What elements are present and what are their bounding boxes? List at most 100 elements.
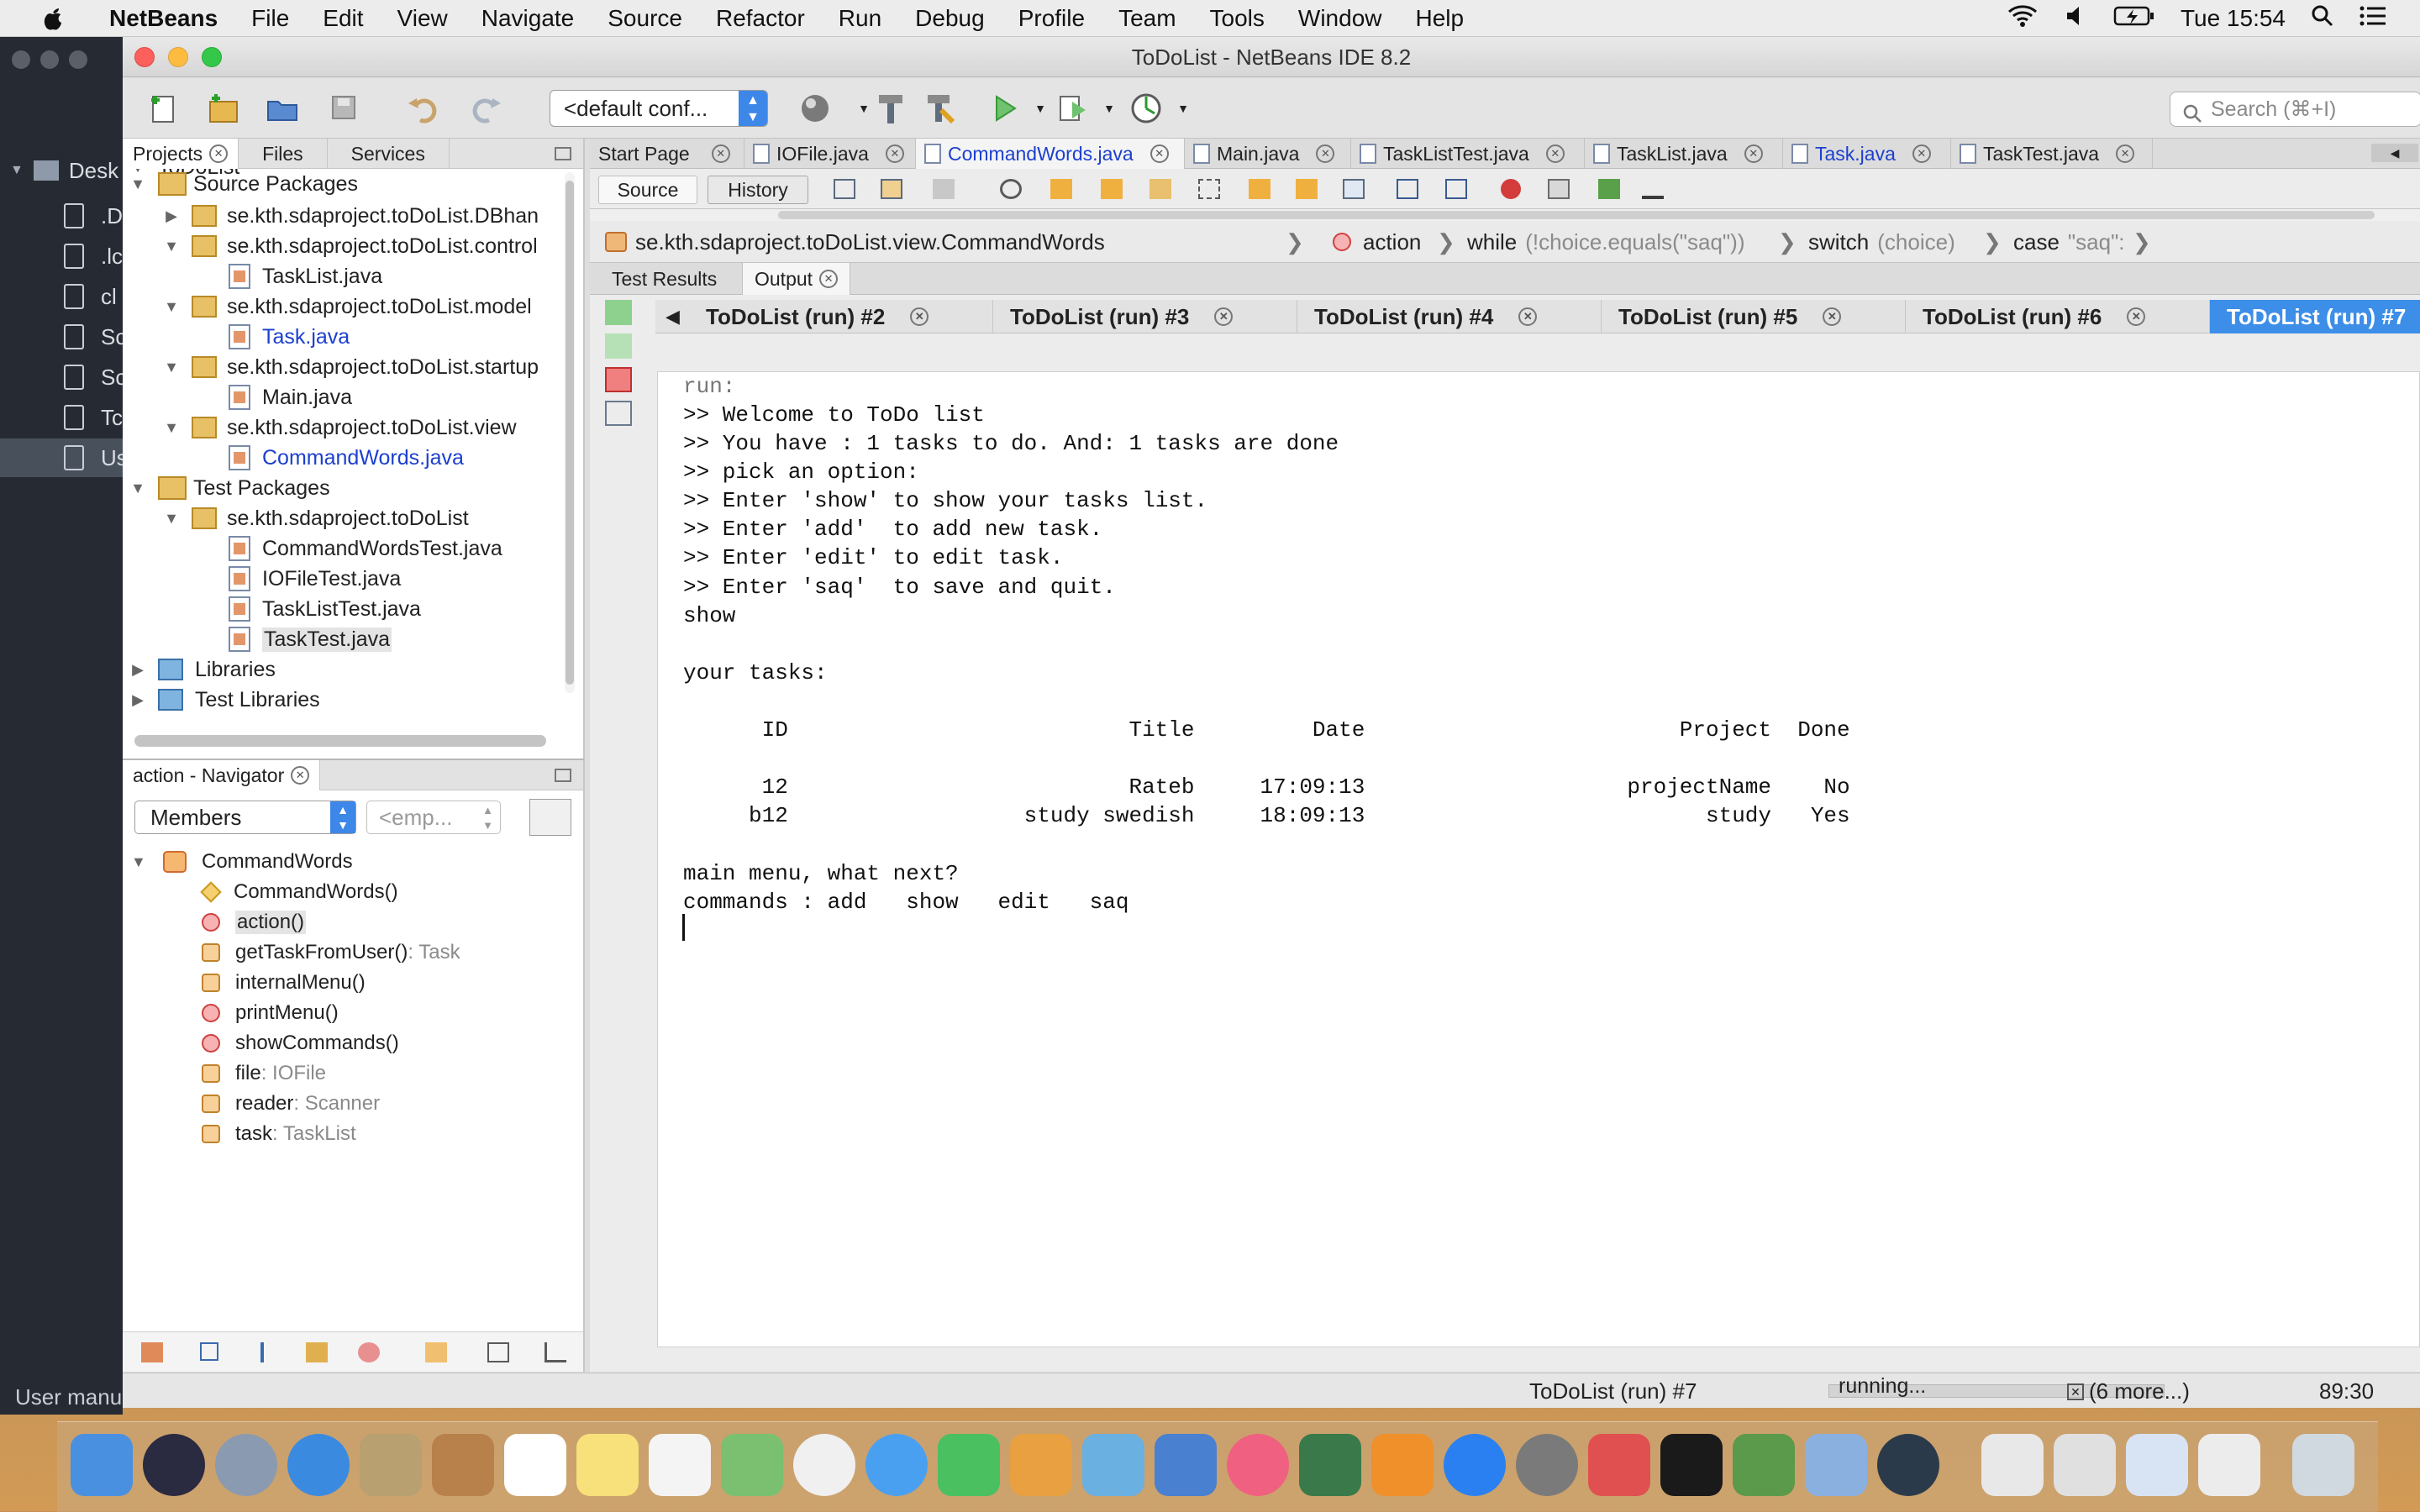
- breadcrumb-switch[interactable]: switch (choice): [1808, 221, 1955, 263]
- battery-icon[interactable]: [2113, 4, 2155, 34]
- redo-icon[interactable]: [466, 88, 506, 129]
- history-view-button[interactable]: History: [708, 176, 808, 204]
- editor-tab-commandwords[interactable]: CommandWords.java ✕: [916, 139, 1185, 169]
- close-icon[interactable]: ✕: [1912, 144, 1931, 163]
- configuration-select[interactable]: <default conf... ▲ ▼: [550, 90, 768, 127]
- editor-tab-iofile[interactable]: IOFile.java ✕: [744, 139, 916, 169]
- chevron-down-icon[interactable]: ▼: [161, 510, 182, 528]
- tree-node-source-packages[interactable]: ▼ Source Packages: [128, 169, 358, 199]
- new-project-icon[interactable]: [203, 88, 244, 129]
- messages-icon[interactable]: [865, 1434, 928, 1496]
- tab-projects[interactable]: Projects ✕: [123, 139, 239, 169]
- find-icon[interactable]: [1000, 179, 1022, 199]
- run-tab-active[interactable]: ToDoList (run) #7: [2210, 300, 2420, 333]
- navigator-class-node[interactable]: ▼ CommandWords: [131, 847, 353, 877]
- status-process-label[interactable]: ToDoList (run) #7: [1529, 1373, 1697, 1409]
- run-tab[interactable]: ToDoList (run) #2 ✕: [689, 300, 993, 333]
- menu-app-name[interactable]: NetBeans: [92, 5, 234, 32]
- close-icon[interactable]: ✕: [1545, 144, 1565, 163]
- source-view-button[interactable]: Source: [598, 176, 697, 204]
- tab-navigator[interactable]: action - Navigator ✕: [123, 760, 321, 790]
- navigator-view-select[interactable]: Members ▲ ▼: [134, 801, 356, 834]
- chevron-down-icon[interactable]: ▼: [161, 419, 182, 437]
- close-window-button[interactable]: [134, 47, 155, 67]
- sort-by-source-icon[interactable]: [425, 1342, 447, 1362]
- tree-node-file[interactable]: IOFileTest.java: [229, 564, 401, 594]
- open-project-icon[interactable]: [262, 88, 302, 129]
- tree-node-file[interactable]: Main.java: [229, 382, 352, 412]
- apple-icon[interactable]: [34, 0, 72, 37]
- reminders-icon[interactable]: [649, 1434, 711, 1496]
- chevron-right-icon[interactable]: ▶: [161, 207, 182, 225]
- editor-tab-tasklist[interactable]: TaskList.java ✕: [1585, 139, 1783, 169]
- navigator-member[interactable]: showCommands(): [202, 1028, 399, 1058]
- editor-tab-main[interactable]: Main.java ✕: [1185, 139, 1351, 169]
- navigator-options-button[interactable]: [529, 799, 571, 836]
- output-console[interactable]: run: >> Welcome to ToDo list >> You have…: [657, 371, 2420, 1347]
- atom-icon[interactable]: [1877, 1434, 1939, 1496]
- close-icon[interactable]: ✕: [910, 307, 929, 326]
- navigator-member[interactable]: getTaskFromUser() : Task: [202, 937, 460, 968]
- sort-by-name-icon[interactable]: [487, 1342, 509, 1362]
- find-next-icon[interactable]: [1101, 179, 1123, 199]
- wifi-icon[interactable]: [2006, 3, 2039, 34]
- trash-icon[interactable]: [2292, 1434, 2354, 1496]
- keynote-icon[interactable]: [1155, 1434, 1217, 1496]
- editor-tab-tasklisttest[interactable]: TaskListTest.java ✕: [1351, 139, 1585, 169]
- last-edit-icon[interactable]: [834, 179, 855, 199]
- scroll-tabs-left-icon[interactable]: ◀: [666, 300, 680, 333]
- close-icon[interactable]: ✕: [1214, 307, 1234, 326]
- back-icon[interactable]: [881, 179, 902, 199]
- pages-icon[interactable]: [1010, 1434, 1072, 1496]
- chevron-down-icon[interactable]: ▼: [161, 359, 182, 376]
- tree-node-file-selected[interactable]: TaskTest.java: [229, 624, 392, 654]
- previous-bookmark-icon[interactable]: [1249, 179, 1270, 199]
- static-filter-icon[interactable]: [260, 1342, 264, 1362]
- document-stack-icon[interactable]: [1981, 1434, 2044, 1496]
- close-icon[interactable]: ✕: [819, 270, 839, 288]
- finder-item[interactable]: cl: [0, 277, 123, 316]
- tree-node-package[interactable]: ▼ se.kth.sdaproject.toDoList.model: [161, 291, 532, 322]
- chevron-down-icon[interactable]: ▼: [128, 176, 148, 193]
- non-public-filter-icon[interactable]: [306, 1342, 328, 1362]
- finder-item-selected[interactable]: Us: [0, 438, 123, 477]
- app-store-icon[interactable]: [1444, 1434, 1506, 1496]
- menu-tools[interactable]: Tools: [1193, 5, 1281, 32]
- globe-icon[interactable]: [795, 88, 835, 129]
- stop-macro-recording-icon[interactable]: [1548, 179, 1570, 199]
- tree-node-test-libraries[interactable]: ▶ Test Libraries: [128, 685, 320, 715]
- tree-node-file[interactable]: TaskList.java: [229, 261, 382, 291]
- menu-refactor[interactable]: Refactor: [699, 5, 822, 32]
- navigator-filter-select[interactable]: <emp... ▲ ▼: [366, 801, 501, 834]
- forward-icon[interactable]: [933, 179, 955, 199]
- tree-node-file[interactable]: CommandWords.java: [229, 443, 464, 473]
- menu-navigate[interactable]: Navigate: [465, 5, 592, 32]
- fields-filter-icon[interactable]: [200, 1342, 218, 1361]
- notes-icon[interactable]: [576, 1434, 639, 1496]
- rerun-with-options-icon[interactable]: [605, 333, 632, 359]
- chevron-down-icon[interactable]: ▼: [161, 238, 182, 255]
- toggle-bookmark-icon[interactable]: [1343, 179, 1365, 199]
- navigator-member[interactable]: CommandWords(): [200, 877, 398, 907]
- android-emulator-icon[interactable]: [1733, 1434, 1795, 1496]
- clean-build-icon[interactable]: [919, 88, 960, 129]
- save-all-icon[interactable]: [324, 88, 365, 129]
- rectangular-selection-icon[interactable]: [1198, 179, 1220, 199]
- navigator-member[interactable]: file : IOFile: [202, 1058, 326, 1089]
- shift-right-icon[interactable]: [1445, 179, 1467, 199]
- close-icon[interactable]: ✕: [1150, 144, 1169, 163]
- dropdown-arrow-icon[interactable]: ▼: [1089, 88, 1129, 129]
- find-previous-icon[interactable]: [1050, 179, 1072, 199]
- breadcrumb-class[interactable]: se.kth.sdaproject.toDoList.view.CommandW…: [605, 221, 1105, 263]
- menu-source[interactable]: Source: [591, 5, 699, 32]
- editor-tab-task[interactable]: Task.java ✕: [1783, 139, 1951, 169]
- inherited-members-icon[interactable]: [141, 1342, 163, 1362]
- chevron-down-icon[interactable]: ▼: [131, 853, 151, 871]
- finder-item[interactable]: .lc: [0, 237, 123, 276]
- finder-item[interactable]: Sc: [0, 318, 123, 356]
- menu-file[interactable]: File: [234, 5, 306, 32]
- menu-view[interactable]: View: [381, 5, 465, 32]
- close-icon[interactable]: ✕: [1823, 307, 1842, 326]
- close-icon[interactable]: ✕: [885, 144, 904, 163]
- breadcrumb-while[interactable]: while (!choice.equals("saq")): [1467, 221, 1744, 263]
